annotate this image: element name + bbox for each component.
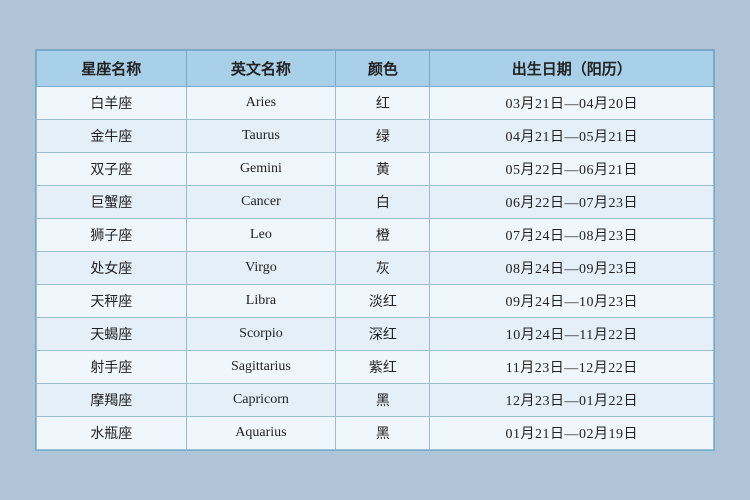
cell-date: 06月22日—07月23日 (430, 186, 714, 219)
cell-color: 紫红 (336, 351, 430, 384)
cell-date: 10月24日—11月22日 (430, 318, 714, 351)
cell-chinese: 射手座 (37, 351, 187, 384)
cell-date: 05月22日—06月21日 (430, 153, 714, 186)
cell-english: Aries (186, 87, 336, 120)
table-row: 处女座Virgo灰08月24日—09月23日 (37, 252, 714, 285)
zodiac-table: 星座名称 英文名称 颜色 出生日期（阳历） 白羊座Aries红03月21日—04… (36, 50, 714, 450)
table-row: 天秤座Libra淡红09月24日—10月23日 (37, 285, 714, 318)
cell-date: 11月23日—12月22日 (430, 351, 714, 384)
table-row: 天蝎座Scorpio深红10月24日—11月22日 (37, 318, 714, 351)
cell-color: 红 (336, 87, 430, 120)
cell-date: 07月24日—08月23日 (430, 219, 714, 252)
table-row: 双子座Gemini黄05月22日—06月21日 (37, 153, 714, 186)
header-english: 英文名称 (186, 51, 336, 87)
header-color: 颜色 (336, 51, 430, 87)
cell-english: Capricorn (186, 384, 336, 417)
cell-chinese: 天秤座 (37, 285, 187, 318)
cell-color: 黄 (336, 153, 430, 186)
table-header-row: 星座名称 英文名称 颜色 出生日期（阳历） (37, 51, 714, 87)
cell-color: 黑 (336, 384, 430, 417)
cell-chinese: 狮子座 (37, 219, 187, 252)
table-row: 水瓶座Aquarius黑01月21日—02月19日 (37, 417, 714, 450)
table-row: 摩羯座Capricorn黑12月23日—01月22日 (37, 384, 714, 417)
cell-english: Gemini (186, 153, 336, 186)
cell-date: 08月24日—09月23日 (430, 252, 714, 285)
cell-date: 03月21日—04月20日 (430, 87, 714, 120)
zodiac-table-container: 星座名称 英文名称 颜色 出生日期（阳历） 白羊座Aries红03月21日—04… (35, 49, 715, 451)
cell-english: Virgo (186, 252, 336, 285)
cell-color: 黑 (336, 417, 430, 450)
cell-english: Leo (186, 219, 336, 252)
table-row: 狮子座Leo橙07月24日—08月23日 (37, 219, 714, 252)
cell-color: 深红 (336, 318, 430, 351)
cell-english: Cancer (186, 186, 336, 219)
cell-chinese: 白羊座 (37, 87, 187, 120)
table-row: 金牛座Taurus绿04月21日—05月21日 (37, 120, 714, 153)
cell-color: 灰 (336, 252, 430, 285)
cell-english: Libra (186, 285, 336, 318)
header-chinese: 星座名称 (37, 51, 187, 87)
cell-date: 12月23日—01月22日 (430, 384, 714, 417)
cell-chinese: 摩羯座 (37, 384, 187, 417)
table-row: 射手座Sagittarius紫红11月23日—12月22日 (37, 351, 714, 384)
table-row: 白羊座Aries红03月21日—04月20日 (37, 87, 714, 120)
cell-color: 橙 (336, 219, 430, 252)
cell-english: Scorpio (186, 318, 336, 351)
table-body: 白羊座Aries红03月21日—04月20日金牛座Taurus绿04月21日—0… (37, 87, 714, 450)
cell-english: Aquarius (186, 417, 336, 450)
cell-chinese: 双子座 (37, 153, 187, 186)
cell-color: 淡红 (336, 285, 430, 318)
cell-chinese: 水瓶座 (37, 417, 187, 450)
cell-color: 绿 (336, 120, 430, 153)
cell-chinese: 巨蟹座 (37, 186, 187, 219)
cell-english: Taurus (186, 120, 336, 153)
cell-chinese: 天蝎座 (37, 318, 187, 351)
cell-date: 01月21日—02月19日 (430, 417, 714, 450)
cell-chinese: 金牛座 (37, 120, 187, 153)
header-date: 出生日期（阳历） (430, 51, 714, 87)
table-row: 巨蟹座Cancer白06月22日—07月23日 (37, 186, 714, 219)
cell-english: Sagittarius (186, 351, 336, 384)
cell-date: 09月24日—10月23日 (430, 285, 714, 318)
cell-chinese: 处女座 (37, 252, 187, 285)
cell-date: 04月21日—05月21日 (430, 120, 714, 153)
cell-color: 白 (336, 186, 430, 219)
